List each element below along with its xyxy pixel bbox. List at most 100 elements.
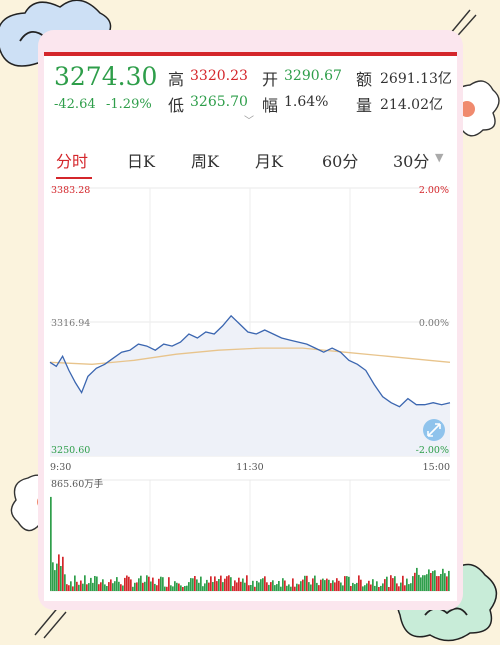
- volume-bar: [50, 496, 52, 591]
- volume-bar: [176, 582, 178, 591]
- volume-bar: [64, 574, 66, 591]
- volume-bar: [190, 578, 192, 591]
- volume-bar: [58, 554, 60, 591]
- volume-bar: [122, 585, 124, 591]
- volume-bar: [160, 576, 162, 591]
- volume-bar: [112, 583, 114, 591]
- volume-bar: [90, 577, 92, 591]
- volume-bar: [72, 586, 74, 591]
- volume-bar: [430, 573, 432, 591]
- volume-bar: [264, 576, 266, 591]
- volume-bar: [296, 583, 298, 591]
- volume-bar: [268, 584, 270, 591]
- volume-bar: [100, 582, 102, 591]
- volume-bar: [276, 584, 278, 591]
- volume-bar: [172, 586, 174, 591]
- volume-bar: [362, 586, 364, 591]
- volume-bar: [414, 572, 416, 591]
- volume-bar: [330, 583, 332, 591]
- volume-bar: [324, 580, 326, 591]
- volume-bar: [438, 576, 440, 591]
- volume-bar: [102, 579, 104, 591]
- volume-bar: [334, 582, 336, 591]
- volume-bar: [218, 579, 220, 591]
- volume-bar: [288, 584, 290, 591]
- volume-bar: [420, 577, 422, 591]
- volume-bar: [150, 581, 152, 591]
- volume-bar: [152, 577, 154, 591]
- volume-bar: [340, 582, 342, 591]
- volume-bar: [174, 581, 176, 591]
- volume-bar: [62, 556, 64, 591]
- volume-bar: [166, 586, 168, 591]
- volume-bar: [250, 585, 252, 591]
- volume-bar: [274, 585, 276, 591]
- volume-bar: [246, 575, 248, 591]
- volume-bar: [106, 586, 108, 591]
- volume-bar: [412, 576, 414, 591]
- volume-bar: [240, 581, 242, 591]
- volume-bar: [346, 576, 348, 591]
- volume-bar: [186, 585, 188, 591]
- volume-bar: [358, 575, 360, 591]
- volume-bar: [378, 587, 380, 591]
- volume-bar: [88, 583, 90, 591]
- volume-bar: [236, 582, 238, 591]
- volume-bar: [442, 568, 444, 591]
- volume-bar: [344, 576, 346, 591]
- volume-bar: [336, 578, 338, 591]
- y-left-tick-label: 3383.28: [51, 185, 90, 196]
- volume-bar: [398, 586, 400, 591]
- volume-bar: [202, 586, 204, 591]
- volume-bar: [184, 586, 186, 591]
- volume-bar: [448, 570, 450, 591]
- volume-bar: [306, 575, 308, 591]
- volume-bar: [242, 578, 244, 591]
- volume-bar: [132, 586, 134, 591]
- volume-bar: [278, 581, 280, 591]
- volume-bar: [392, 578, 394, 591]
- volume-bar: [322, 578, 324, 591]
- volume-bar: [216, 581, 218, 591]
- volume-bar: [124, 577, 126, 591]
- volume-bar: [188, 582, 190, 591]
- volume-bar: [80, 580, 82, 591]
- volume-bar: [320, 579, 322, 591]
- volume-bar: [254, 586, 256, 591]
- volume-bar: [436, 576, 438, 591]
- volume-bar: [290, 586, 292, 591]
- volume-bar: [352, 582, 354, 591]
- volume-bar: [74, 575, 76, 591]
- volume-bar: [116, 577, 118, 591]
- volume-bar: [196, 579, 198, 591]
- volume-bar: [136, 582, 138, 591]
- volume-bar: [194, 576, 196, 591]
- volume-bar: [376, 581, 378, 591]
- volume-bar: [418, 574, 420, 591]
- volume-bar: [338, 580, 340, 591]
- volume-bar: [68, 585, 70, 591]
- volume-bar: [114, 581, 116, 591]
- volume-bar: [76, 581, 78, 591]
- volume-bar: [118, 581, 120, 591]
- volume-bar: [66, 584, 68, 591]
- volume-bar: [394, 576, 396, 591]
- volume-bar: [406, 578, 408, 591]
- volume-bar: [120, 584, 122, 591]
- volume-bar: [96, 576, 98, 591]
- volume-bar: [444, 573, 446, 591]
- volume-bar: [228, 575, 230, 591]
- volume-bar: [204, 583, 206, 591]
- volume-bar: [130, 579, 132, 591]
- volume-bar: [108, 582, 110, 591]
- volume-bar: [280, 586, 282, 591]
- volume-bar: [300, 581, 302, 591]
- volume-bar: [232, 586, 234, 591]
- volume-bar: [422, 575, 424, 591]
- volume-bar: [140, 575, 142, 591]
- volume-bar: [52, 562, 54, 591]
- volume-bar: [78, 584, 80, 591]
- intraday-chart: 3383.28 3316.94 3250.60 2.00% 0.00% -2.00% 9:3…: [49, 185, 451, 592]
- volume-bar: [134, 582, 136, 591]
- volume-bar: [126, 575, 128, 591]
